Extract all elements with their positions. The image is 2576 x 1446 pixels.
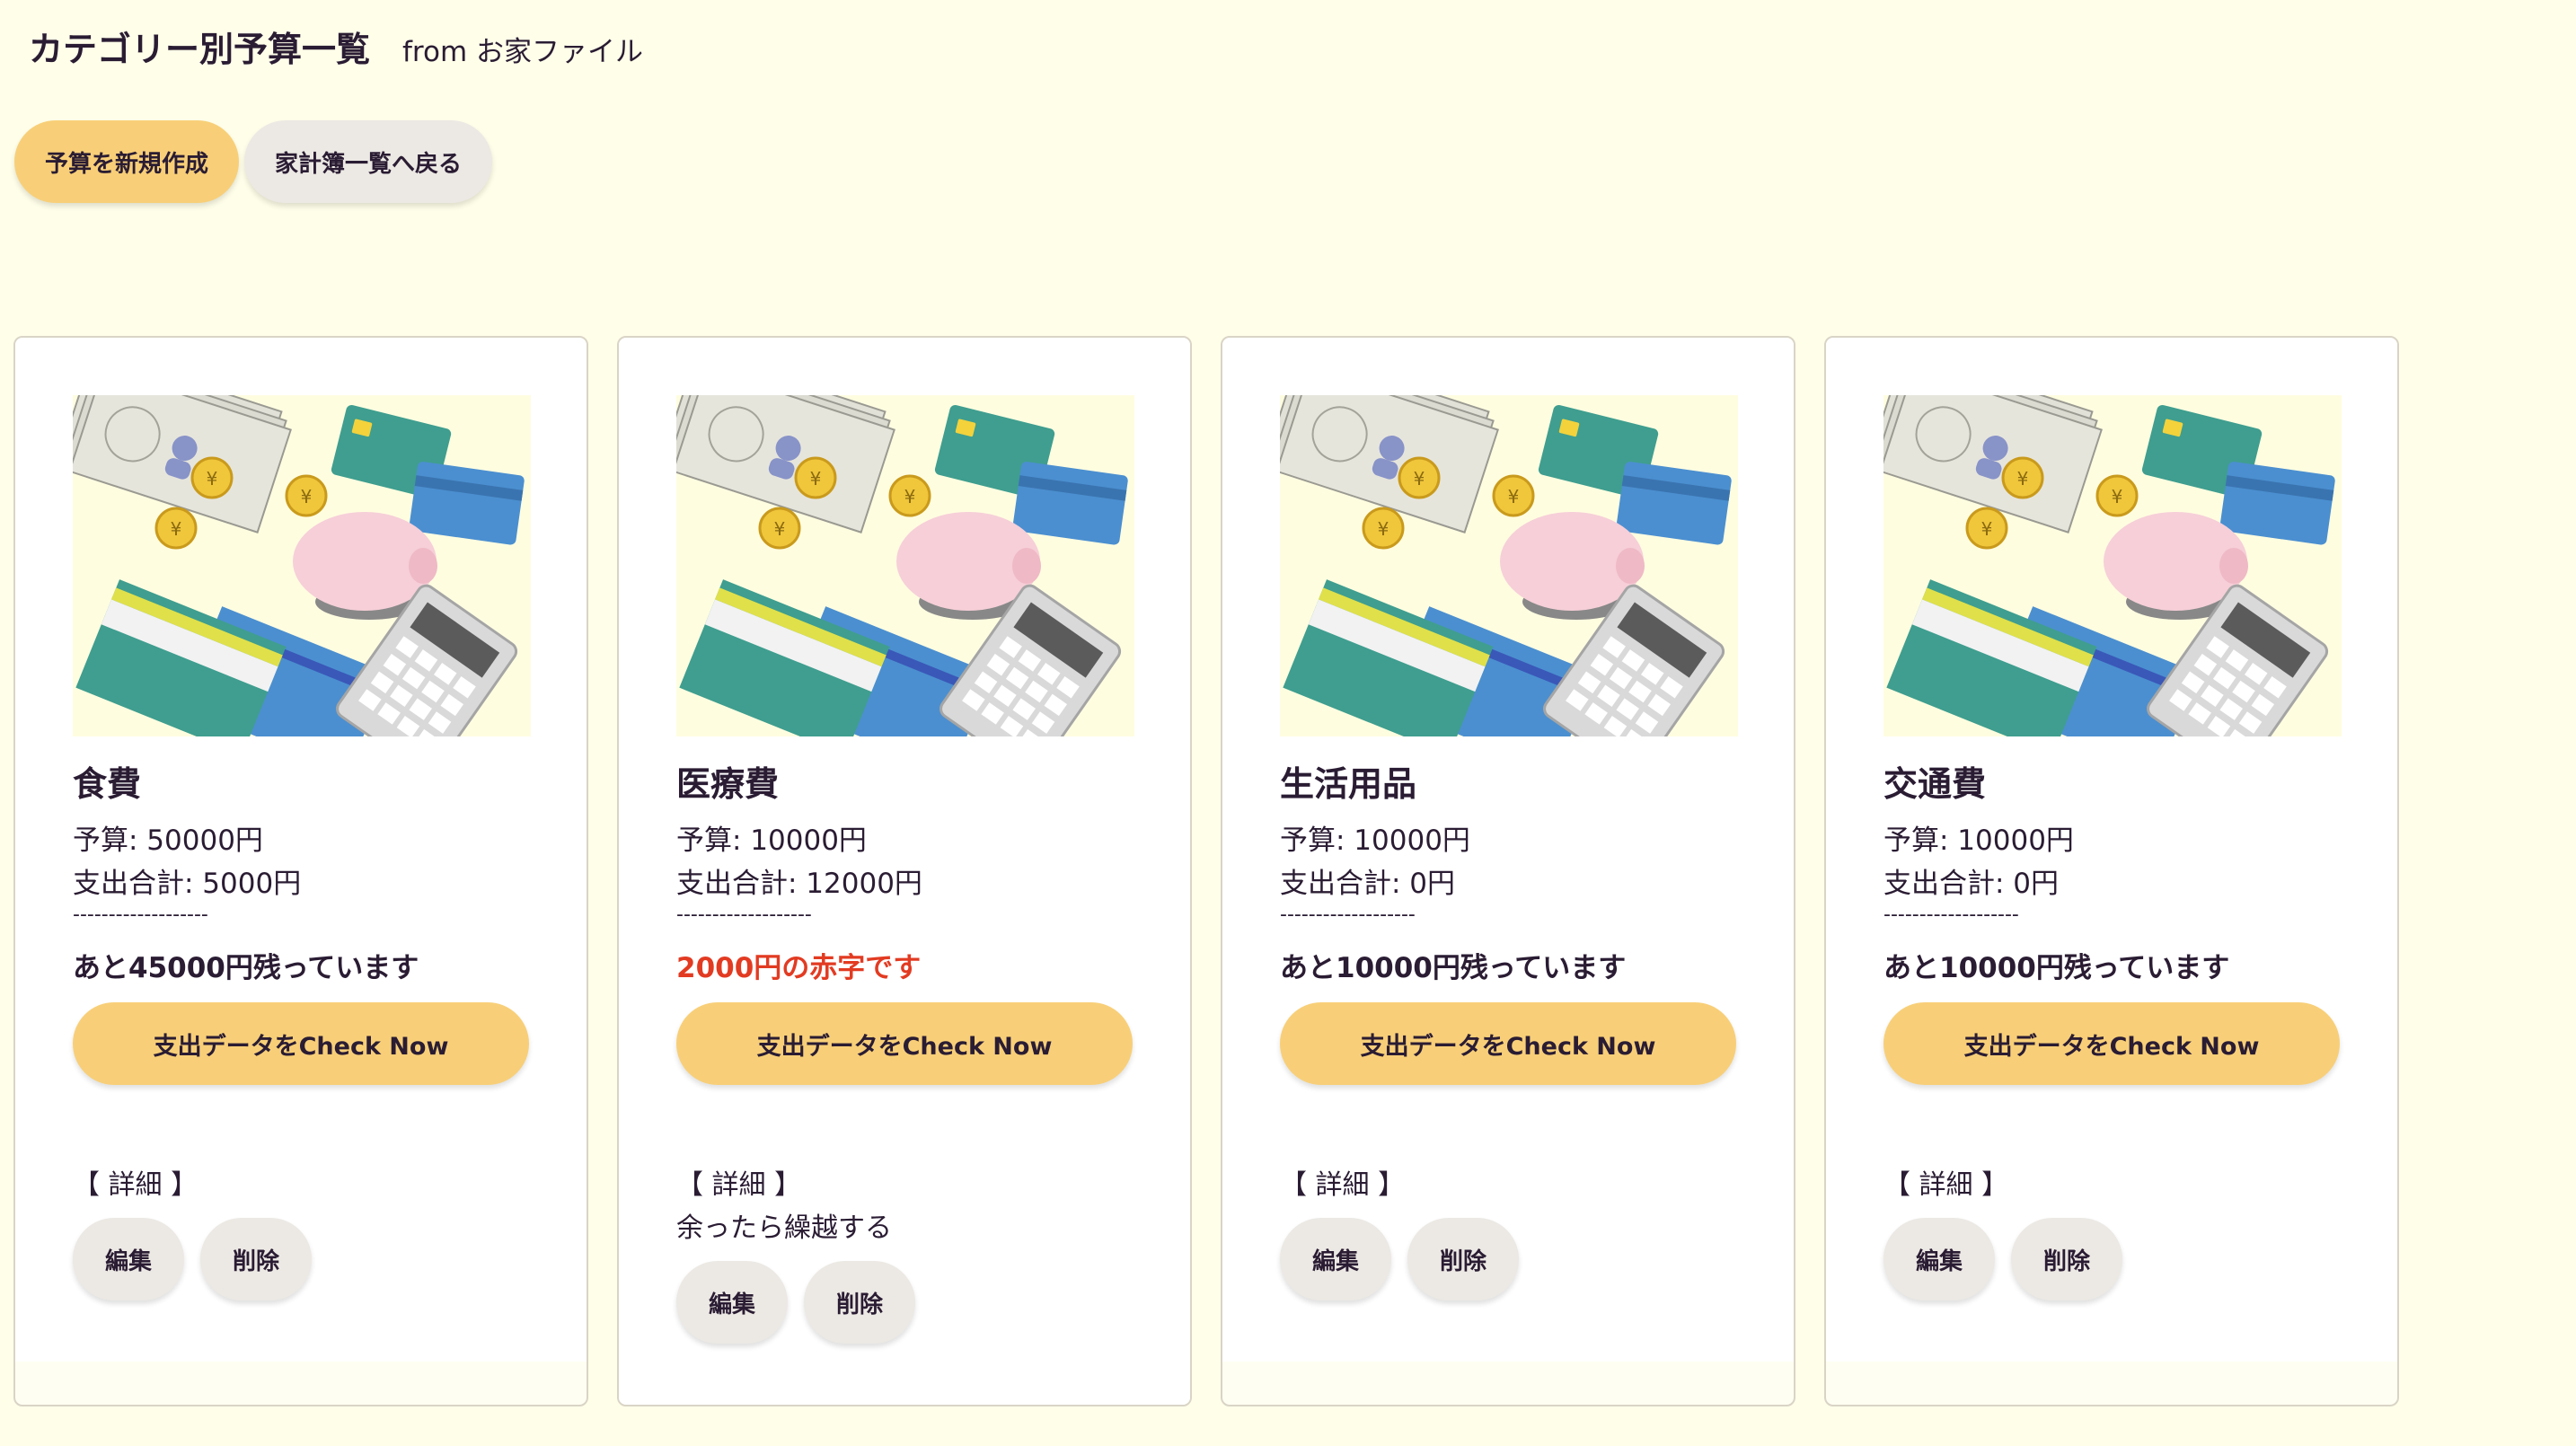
edit-button[interactable]: 編集	[73, 1218, 184, 1301]
check-expenses-button[interactable]: 支出データをCheck Now	[73, 1002, 529, 1085]
text-divider: -------------------	[1280, 904, 1416, 926]
spent-total: 支出合計: 5000円	[73, 868, 302, 900]
deficit-status: 2000円の赤字です	[676, 952, 922, 984]
budget-amount: 予算: 10000円	[676, 824, 867, 857]
remaining-status: あと45000円残っています	[73, 952, 419, 984]
category-title: 食費	[73, 764, 142, 804]
category-title: 生活用品	[1280, 764, 1417, 804]
money-illustration-icon	[73, 395, 531, 736]
text-divider: -------------------	[1883, 904, 2019, 926]
page-subtitle: from お家ファイル	[402, 36, 644, 68]
money-illustration-icon	[676, 395, 1134, 736]
delete-button[interactable]: 削除	[1407, 1218, 1519, 1301]
card-actions: 編集 削除	[1883, 1218, 2122, 1301]
money-illustration-icon	[1280, 395, 1738, 736]
delete-button[interactable]: 削除	[200, 1218, 312, 1301]
details-label: 【 詳細 】	[1280, 1169, 1406, 1201]
remaining-status: あと10000円残っています	[1883, 952, 2230, 984]
budget-amount: 予算: 10000円	[1883, 824, 2074, 857]
delete-button[interactable]: 削除	[2011, 1218, 2122, 1301]
card-actions: 編集 削除	[73, 1218, 312, 1301]
edit-button[interactable]: 編集	[676, 1261, 788, 1344]
budget-card: 食費 予算: 50000円 支出合計: 5000円 --------------…	[13, 336, 588, 1406]
spent-total: 支出合計: 12000円	[676, 868, 922, 900]
category-title: 医療費	[676, 764, 780, 804]
details-label: 【 詳細 】	[1883, 1169, 2009, 1201]
money-illustration-icon	[1883, 395, 2342, 736]
delete-button[interactable]: 削除	[804, 1261, 915, 1344]
back-to-household-list-button[interactable]: 家計簿一覧へ戻る	[244, 120, 493, 203]
details-note: 余ったら繰越する	[676, 1212, 892, 1244]
budget-card: 生活用品 予算: 10000円 支出合計: 0円 ---------------…	[1221, 336, 1795, 1406]
check-expenses-button[interactable]: 支出データをCheck Now	[676, 1002, 1133, 1085]
top-actions: 予算を新規作成 家計簿一覧へ戻る	[14, 120, 493, 203]
details-label: 【 詳細 】	[73, 1169, 198, 1201]
page-header: カテゴリー別予算一覧 from お家ファイル	[29, 22, 643, 75]
details-label: 【 詳細 】	[676, 1169, 802, 1201]
card-actions: 編集 削除	[1280, 1218, 1519, 1301]
edit-button[interactable]: 編集	[1280, 1218, 1391, 1301]
budget-card: 医療費 予算: 10000円 支出合計: 12000円 ------------…	[617, 336, 1192, 1406]
budget-amount: 予算: 10000円	[1280, 824, 1470, 857]
page-title: カテゴリー別予算一覧	[29, 30, 371, 69]
check-expenses-button[interactable]: 支出データをCheck Now	[1280, 1002, 1736, 1085]
text-divider: -------------------	[73, 904, 208, 926]
spent-total: 支出合計: 0円	[1280, 868, 1456, 900]
spent-total: 支出合計: 0円	[1883, 868, 2060, 900]
budget-card: 交通費 予算: 10000円 支出合計: 0円 ----------------…	[1824, 336, 2399, 1406]
text-divider: -------------------	[676, 904, 812, 926]
budget-amount: 予算: 50000円	[73, 824, 263, 857]
create-budget-button[interactable]: 予算を新規作成	[14, 120, 240, 203]
edit-button[interactable]: 編集	[1883, 1218, 1995, 1301]
category-title: 交通費	[1883, 764, 1987, 804]
remaining-status: あと10000円残っています	[1280, 952, 1627, 984]
card-actions: 編集 削除	[676, 1261, 915, 1344]
check-expenses-button[interactable]: 支出データをCheck Now	[1883, 1002, 2340, 1085]
